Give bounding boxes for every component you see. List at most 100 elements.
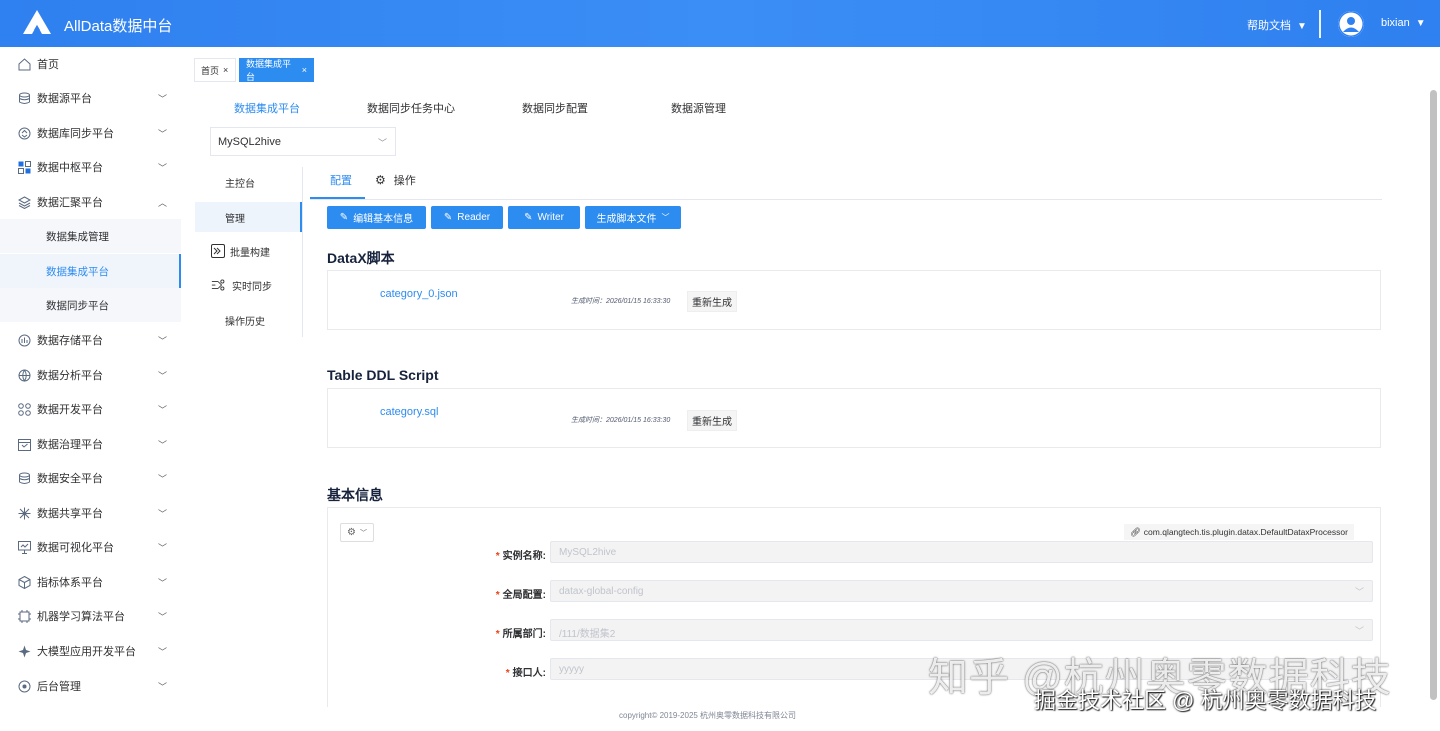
- processor-tag[interactable]: 🔗︎ com.qlangtech.tis.plugin.datax.Default…: [1124, 524, 1354, 540]
- link-icon: 🔗︎: [1130, 526, 1141, 537]
- sidebar-item-9[interactable]: 数据安全平台 ﹀: [0, 461, 181, 495]
- admin-icon: [18, 680, 31, 692]
- writer-button[interactable]: ✎ Writer: [508, 206, 580, 229]
- field-label-text: 全局配置:: [502, 590, 546, 601]
- sidebar-item-label: 机器学习算法平台: [37, 611, 125, 623]
- input-value: yyyyy: [559, 664, 584, 675]
- reader-button[interactable]: ✎ Reader: [431, 206, 503, 229]
- chevron-down-icon: ﹀: [661, 213, 670, 222]
- pipeline-select[interactable]: MySQL2hive ﹀: [210, 127, 396, 156]
- user-icon: [1338, 11, 1364, 37]
- ddl-file-link[interactable]: category.sql: [380, 406, 439, 418]
- sidebar-subitem-1[interactable]: 数据集成平台: [0, 254, 181, 288]
- chevron-down-icon: ﹀: [158, 611, 168, 622]
- user-menu[interactable]: bixian ▼: [1381, 17, 1426, 29]
- sidebar-item-label: 首页: [37, 59, 59, 71]
- generate-script-button[interactable]: 生成脚本文件 ﹀: [585, 206, 681, 229]
- edit-basic-info-button[interactable]: ✎ 编辑基本信息: [327, 206, 426, 229]
- input-value: MySQL2hive: [559, 547, 617, 558]
- edit-icon: ✎: [524, 212, 533, 223]
- sidebar-item-5[interactable]: 数据存储平台 ﹀: [0, 323, 181, 357]
- share-icon: [18, 507, 31, 519]
- topnav-data-integration[interactable]: 数据集成平台: [234, 100, 300, 116]
- instance-name-input[interactable]: MySQL2hive: [550, 541, 1373, 563]
- workflow-icon: [211, 279, 225, 291]
- close-icon[interactable]: ×: [223, 65, 228, 75]
- topnav-sync-config[interactable]: 数据同步配置: [522, 100, 588, 116]
- caret-down-icon: ▼: [1415, 18, 1426, 29]
- cube-icon: [18, 575, 31, 589]
- sidebar-item-label: 数据存储平台: [37, 335, 103, 347]
- ddl-regenerate-button[interactable]: 重新生成: [687, 410, 737, 431]
- sidebar-item-8[interactable]: 数据治理平台 ﹀: [0, 427, 181, 461]
- menu-realtime-sync[interactable]: 实时同步: [195, 270, 302, 300]
- datax-gen-time: 生成时间：2026/01/15 16:33:30: [571, 298, 671, 305]
- help-docs-menu[interactable]: 帮助文档 ▼: [1247, 17, 1307, 33]
- sidebar-item-3[interactable]: 数据中枢平台 ﹀: [0, 150, 181, 184]
- menu-label: 管理: [225, 213, 245, 225]
- chevron-down-icon: ﹀: [158, 577, 168, 588]
- chevron-down-icon: ﹀: [158, 370, 168, 381]
- sidebar-subitem-label: 数据集成平台: [46, 265, 109, 278]
- monitor-icon: [18, 540, 31, 554]
- app-title: AllData数据中台: [64, 18, 173, 35]
- topnav-datasource-mgmt[interactable]: 数据源管理: [671, 100, 726, 116]
- sidebar-item-14[interactable]: 大模型应用开发平台 ﹀: [0, 634, 181, 668]
- sidebar-item-11[interactable]: 数据可视化平台 ﹀: [0, 530, 181, 564]
- input-value: datax-global-config: [559, 586, 644, 597]
- menu-console[interactable]: 主控台: [195, 167, 302, 197]
- menu-label: 主控台: [225, 178, 255, 190]
- tag-data-integration[interactable]: 数据集成平台 ×: [239, 58, 314, 82]
- sidebar-item-10[interactable]: 数据共享平台 ﹀: [0, 496, 181, 530]
- processor-label: com.qlangtech.tis.plugin.datax.DefaultDa…: [1143, 527, 1348, 537]
- sidebar-item-0[interactable]: 首页: [0, 47, 181, 81]
- topnav-sync-task-center[interactable]: 数据同步任务中心: [367, 100, 455, 116]
- close-icon[interactable]: ×: [302, 65, 307, 75]
- edit-icon: ✎: [339, 212, 349, 223]
- sidebar-subitem-label: 数据集成管理: [46, 230, 109, 243]
- datax-regenerate-button[interactable]: 重新生成: [687, 291, 737, 312]
- sidebar-item-12[interactable]: 指标体系平台 ﹀: [0, 565, 181, 599]
- basic-info-title: 基本信息: [327, 487, 383, 503]
- settings-dropdown-button[interactable]: ⚙ ﹀: [340, 523, 374, 542]
- sidebar-item-1[interactable]: 数据源平台 ﹀: [0, 81, 181, 115]
- sidebar-subitem-2[interactable]: 数据同步平台: [0, 288, 181, 322]
- menu-batch-build[interactable]: 批量构建: [195, 236, 302, 266]
- menu-operation-history[interactable]: 操作历史: [195, 305, 302, 335]
- chevron-down-icon: ﹀: [158, 335, 168, 346]
- avatar[interactable]: [1338, 11, 1364, 37]
- chevron-down-icon: ﹀: [377, 138, 387, 148]
- field-label-instance-name: * 实例名称:: [495, 551, 546, 562]
- caret-down-icon: ▼: [1297, 21, 1307, 32]
- sync-icon: [18, 127, 31, 139]
- sidebar-item-4[interactable]: 数据汇聚平台 ︿: [0, 185, 181, 219]
- datax-file-link[interactable]: category_0.json: [380, 288, 458, 300]
- field-label-global-config: * 全局配置:: [495, 590, 546, 601]
- sidebar-item-label: 指标体系平台: [37, 577, 103, 589]
- tag-home[interactable]: 首页 ×: [194, 58, 236, 82]
- global-config-select[interactable]: datax-global-config ﹀: [550, 580, 1373, 602]
- sidebar-item-7[interactable]: 数据开发平台 ﹀: [0, 392, 181, 426]
- vertical-scrollbar[interactable]: [1430, 90, 1437, 700]
- department-select[interactable]: /111/数据集2 ﹀: [550, 619, 1373, 641]
- sidebar-item-label: 后台管理: [37, 681, 81, 693]
- tab-operation[interactable]: ⚙ 操作: [375, 172, 416, 188]
- field-label-contact: * 接口人:: [505, 668, 546, 679]
- sidebar-item-13[interactable]: 机器学习算法平台 ﹀: [0, 599, 181, 633]
- sidebar-item-6[interactable]: 数据分析平台 ﹀: [0, 358, 181, 392]
- menu-label: 实时同步: [232, 281, 272, 293]
- ml-icon: [18, 609, 31, 623]
- menu-label: 批量构建: [230, 247, 270, 259]
- gear-icon: ⚙: [375, 173, 386, 187]
- sidebar-item-2[interactable]: 数据库同步平台 ﹀: [0, 116, 181, 150]
- watermark-juejin: 掘金技术社区 @ 杭州奥零数据科技: [1034, 688, 1377, 713]
- sidebar-item-label: 数据中枢平台: [37, 162, 103, 174]
- alldata-logo-icon[interactable]: [22, 9, 52, 35]
- layers-icon: [18, 195, 31, 209]
- sidebar-item-label: 数据库同步平台: [37, 128, 114, 140]
- tab-config[interactable]: 配置: [330, 172, 352, 188]
- chevron-down-icon: ﹀: [158, 128, 168, 139]
- sidebar-subitem-0[interactable]: 数据集成管理: [0, 219, 181, 253]
- menu-manage[interactable]: 管理: [195, 202, 302, 232]
- sidebar-item-15[interactable]: 后台管理 ﹀: [0, 669, 181, 703]
